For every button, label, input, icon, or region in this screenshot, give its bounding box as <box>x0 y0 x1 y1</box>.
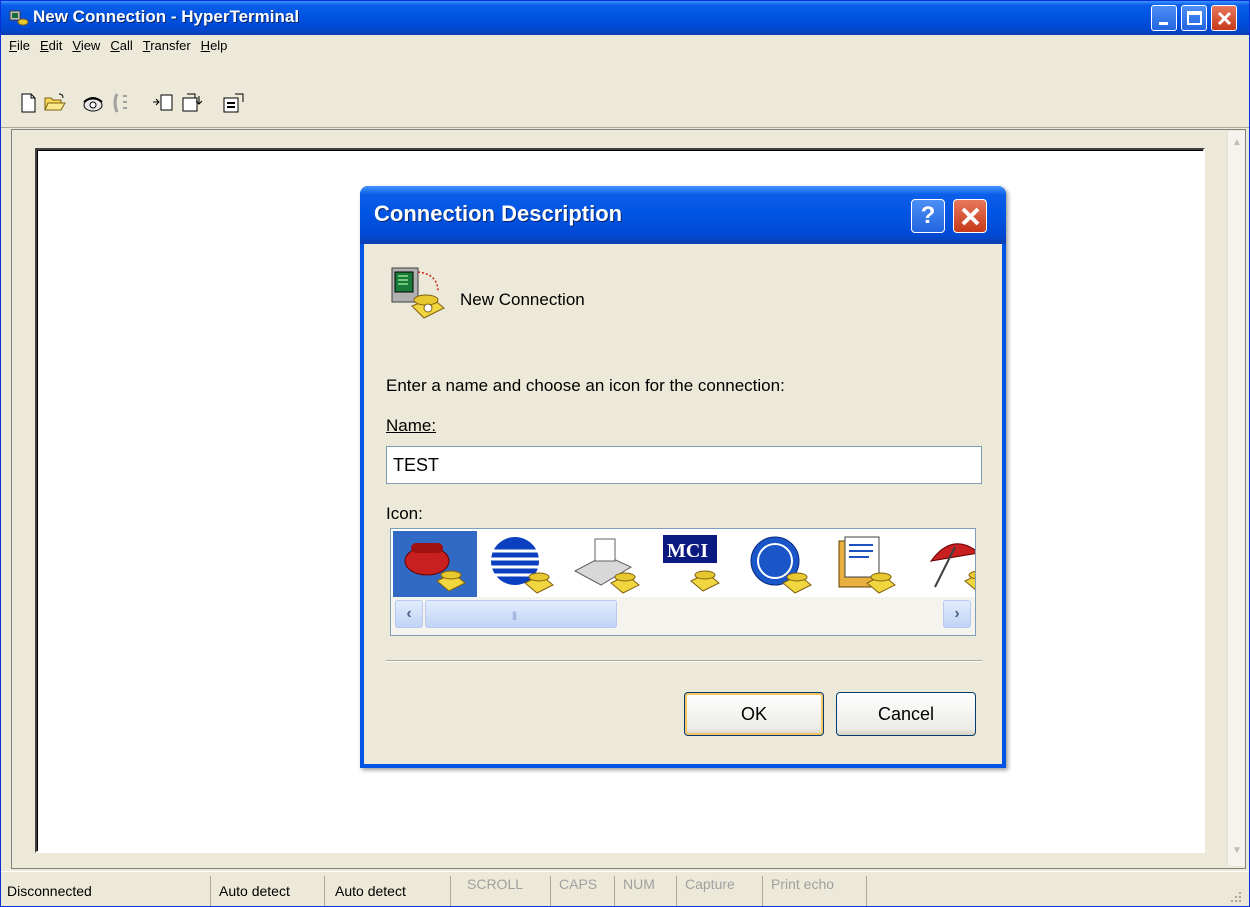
dialog-body: New Connection Enter a name and choose a… <box>364 244 1002 764</box>
status-print-echo: Print echo <box>769 876 867 906</box>
scroll-right-icon[interactable]: › <box>943 600 971 628</box>
menu-transfer-rest: ransfer <box>150 38 191 53</box>
dial-icon[interactable] <box>81 92 105 114</box>
dialog-title-bar[interactable]: Connection Description ? <box>360 186 1006 244</box>
menu-view-rest: iew <box>80 38 101 53</box>
status-num: NUM <box>621 876 677 906</box>
icon-label: Icon: <box>386 504 423 523</box>
menu-bar: File Edit View Call Transfer Help <box>5 35 233 57</box>
menu-call[interactable]: Call <box>106 35 138 57</box>
scroll-left-icon[interactable]: ‹ <box>395 600 423 628</box>
disconnect-icon[interactable] <box>109 92 133 114</box>
maximize-button[interactable] <box>1181 5 1207 31</box>
connection-description-dialog: Connection Description ? New Connection … <box>360 186 1006 768</box>
send-icon[interactable] <box>151 92 175 114</box>
icon-option-mci[interactable]: MCI <box>651 531 735 597</box>
status-settings: Auto detect <box>333 876 451 906</box>
connection-phone-icon <box>391 267 445 319</box>
menu-call-hotkey: C <box>110 38 120 53</box>
connection-name-display: New Connection <box>460 290 585 309</box>
grip-icon: ||| <box>512 610 517 620</box>
menu-file-hotkey: F <box>9 38 17 53</box>
open-icon[interactable] <box>43 92 67 114</box>
icon-option-red-phone[interactable] <box>393 531 477 597</box>
scroll-down-icon[interactable]: ▼ <box>1229 843 1245 859</box>
resize-grip-icon[interactable] <box>1227 890 1243 906</box>
ok-button[interactable]: OK <box>684 692 824 736</box>
icon-option-document[interactable] <box>823 531 907 597</box>
dialog-close-button[interactable] <box>953 199 987 233</box>
menu-help[interactable]: Help <box>197 35 234 57</box>
window-title: New Connection - HyperTerminal <box>33 7 300 26</box>
vertical-scrollbar[interactable]: ▲ ▼ <box>1227 131 1245 866</box>
menu-edit[interactable]: Edit <box>36 35 68 57</box>
menu-call-rest: all <box>119 38 133 53</box>
icon-option-umbrella[interactable] <box>909 531 975 597</box>
menu-view[interactable]: View <box>68 35 106 57</box>
red-phone-icon <box>404 543 466 592</box>
menu-edit-hotkey: E <box>39 38 49 53</box>
name-label: Name: <box>386 416 436 436</box>
menu-edit-rest: dit <box>48 38 63 53</box>
menu-help-hotkey: H <box>200 38 211 53</box>
icon-option-globe[interactable] <box>479 531 563 597</box>
maximize-icon <box>1187 11 1202 25</box>
new-icon[interactable] <box>19 92 39 114</box>
icon-option-fax[interactable] <box>565 531 649 597</box>
separator <box>386 660 982 662</box>
fax-phone-icon <box>573 538 640 594</box>
status-bar: Disconnected Auto detect Auto detect SCR… <box>1 871 1249 907</box>
status-emulation: Auto detect <box>217 876 325 906</box>
close-icon <box>1217 11 1232 26</box>
icon-list[interactable]: MCI ‹ ||| › <box>390 528 976 636</box>
ge-phone-icon <box>750 536 812 594</box>
title-bar[interactable]: New Connection - HyperTerminal <box>1 1 1249 35</box>
toolbar <box>1 58 1249 128</box>
help-icon: ? <box>920 202 936 229</box>
dialog-prompt: Enter a name and choose an icon for the … <box>386 376 785 395</box>
document-phone-icon <box>838 536 896 594</box>
cancel-button[interactable]: Cancel <box>836 692 976 736</box>
close-icon <box>961 207 980 226</box>
dialog-title: Connection Description <box>374 201 623 226</box>
close-button[interactable] <box>1211 5 1237 31</box>
dialog-help-button[interactable]: ? <box>911 199 945 233</box>
menu-help-rest: elp <box>210 38 228 53</box>
menu-view-hotkey: V <box>72 38 81 53</box>
name-label-text: Name: <box>386 416 437 435</box>
icon-list-scrollbar[interactable]: ‹ ||| › <box>391 597 975 635</box>
icon-option-ge[interactable] <box>737 531 821 597</box>
status-capture: Capture <box>683 876 763 906</box>
svg-text:MCI: MCI <box>667 540 708 562</box>
status-connection: Disconnected <box>5 876 211 906</box>
globe-phone-icon <box>491 537 554 594</box>
name-input[interactable] <box>386 446 982 484</box>
menu-file[interactable]: File <box>5 35 36 57</box>
menu-transfer[interactable]: Transfer <box>139 35 197 57</box>
status-caps: CAPS <box>557 876 615 906</box>
receive-icon[interactable] <box>179 92 205 114</box>
scroll-up-icon[interactable]: ▲ <box>1229 135 1245 151</box>
minimize-button[interactable] <box>1151 5 1177 31</box>
minimize-icon <box>1159 22 1168 25</box>
status-scroll: SCROLL <box>465 876 551 906</box>
hyperterminal-app-icon <box>9 10 29 26</box>
mci-phone-icon: MCI <box>663 535 720 592</box>
menu-file-rest: ile <box>16 38 30 53</box>
umbrella-phone-icon <box>929 543 975 590</box>
properties-icon[interactable] <box>221 92 247 114</box>
scroll-thumb[interactable]: ||| <box>425 600 617 628</box>
